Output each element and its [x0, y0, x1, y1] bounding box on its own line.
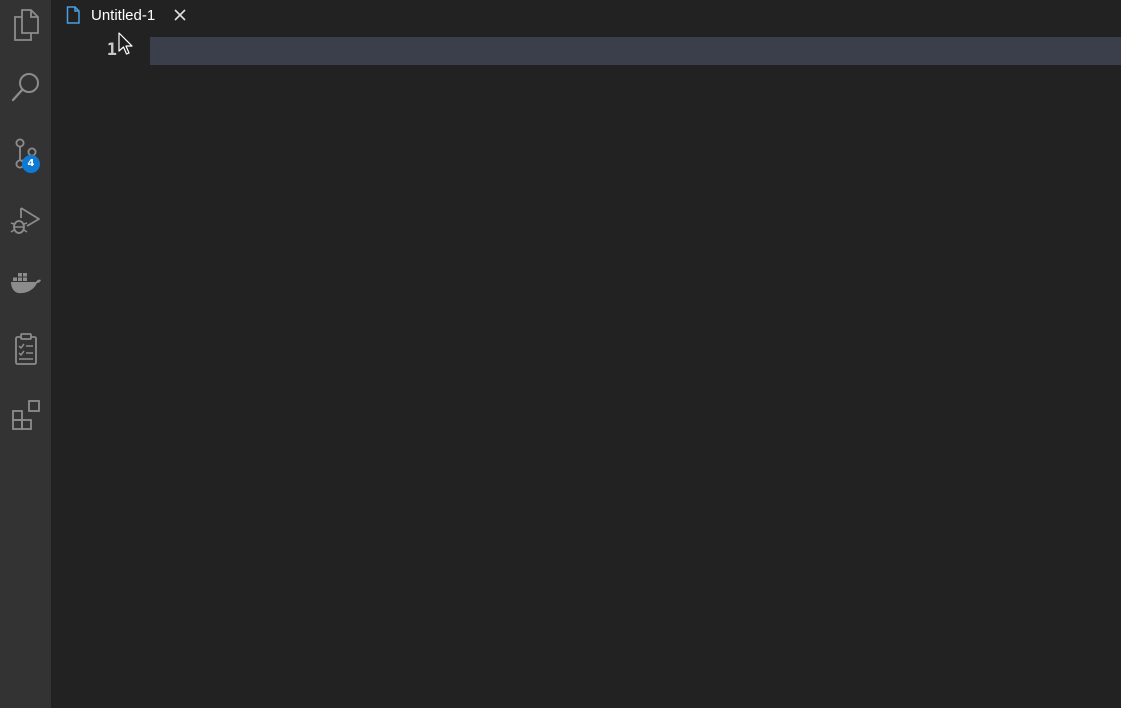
file-icon	[66, 6, 80, 24]
activity-explorer[interactable]	[0, 0, 51, 48]
activity-docker[interactable]	[0, 260, 51, 308]
tab-untitled-1[interactable]: Untitled-1	[51, 0, 200, 34]
clipboard-checklist-icon	[14, 333, 37, 365]
source-control-badge: 4	[22, 155, 40, 173]
current-line-highlight	[150, 37, 1121, 65]
docker-icon	[10, 273, 41, 294]
line-number: 1	[106, 40, 117, 60]
activity-search[interactable]	[0, 64, 51, 112]
files-icon	[13, 9, 39, 41]
activity-extensions[interactable]	[0, 390, 51, 438]
activity-bar: 4	[0, 0, 51, 708]
extensions-icon	[11, 400, 40, 430]
editor-area: Untitled-1 1	[51, 0, 1121, 708]
run-debug-icon	[10, 207, 40, 234]
editor-window: 4 Untitled-1 1	[0, 0, 1121, 708]
activity-source-control[interactable]: 4	[0, 130, 51, 178]
text-editor[interactable]: 1	[51, 34, 1121, 708]
activity-tasks[interactable]	[0, 325, 51, 373]
activity-run-debug[interactable]	[0, 195, 51, 243]
search-icon	[11, 73, 39, 102]
close-icon[interactable]	[171, 6, 189, 24]
tab-label: Untitled-1	[91, 7, 156, 24]
tab-strip: Untitled-1	[51, 0, 1121, 34]
